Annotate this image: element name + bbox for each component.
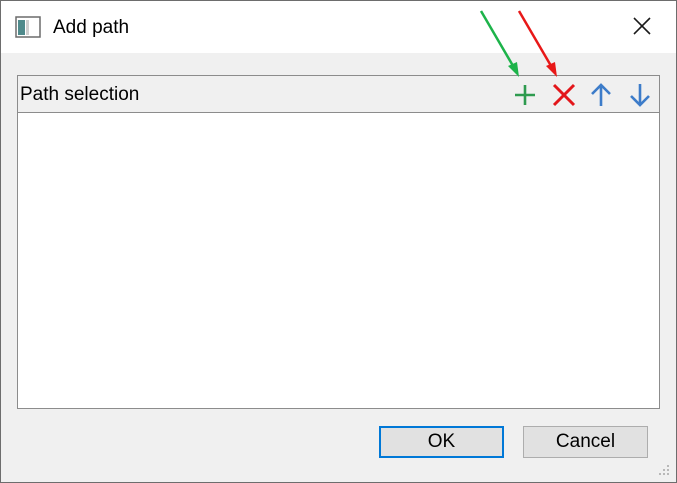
ok-button[interactable]: OK [379, 426, 504, 458]
x-icon[interactable] [550, 81, 578, 109]
plus-icon[interactable] [511, 81, 539, 109]
close-icon[interactable] [627, 11, 657, 41]
window-title: Add path [53, 17, 130, 38]
add-path-dialog: Add path Path selection OK Cancel [0, 0, 677, 483]
path-list[interactable] [18, 113, 659, 408]
arrow-up-icon[interactable] [587, 81, 615, 109]
panel-header: Path selection [18, 76, 659, 113]
panel-title: Path selection [20, 84, 140, 105]
app-window-icon [15, 16, 41, 38]
arrow-down-icon[interactable] [626, 81, 654, 109]
resize-grip-icon[interactable] [655, 461, 671, 477]
cancel-button[interactable]: Cancel [523, 426, 648, 458]
path-selection-panel: Path selection [17, 75, 660, 409]
title-bar[interactable]: Add path [1, 1, 676, 53]
